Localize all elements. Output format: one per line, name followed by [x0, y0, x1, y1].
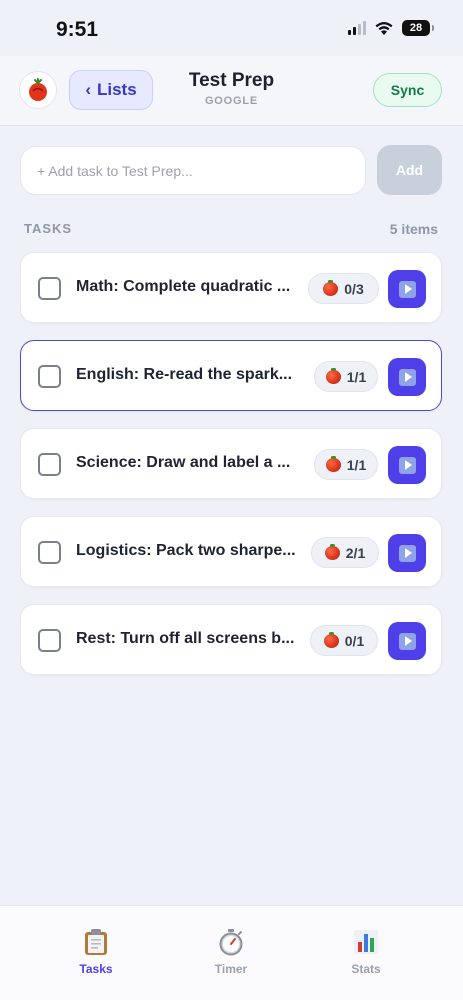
start-timer-button[interactable]: [388, 446, 426, 484]
play-icon: [398, 544, 416, 562]
play-icon: [398, 632, 416, 650]
task-title: English: Re-read the spark...: [76, 366, 293, 383]
tomato-icon: [325, 367, 341, 384]
start-timer-button[interactable]: [388, 534, 426, 572]
cellular-signal-icon: [348, 21, 366, 35]
pomodoro-count-badge: 0/3: [308, 273, 379, 304]
task-card-4[interactable]: Logistics: Pack two sharpe... 2/1: [20, 516, 442, 587]
add-task-button[interactable]: Add: [377, 145, 442, 195]
wifi-icon: [375, 21, 393, 35]
task-title: Science: Draw and label a ...: [76, 454, 291, 471]
start-timer-button[interactable]: [388, 270, 426, 308]
pomodoro-count: 0/1: [344, 632, 365, 649]
add-task-input[interactable]: + Add task to Test Prep...: [20, 146, 366, 195]
bar-chart-icon: [316, 926, 416, 958]
sync-button[interactable]: Sync: [373, 73, 442, 107]
status-icons: 28: [348, 20, 434, 36]
tab-label: Stats: [351, 962, 381, 976]
clipboard-icon: [46, 926, 146, 958]
pomodoro-count-badge: 0/1: [310, 625, 378, 656]
pomodoro-count-badge: 1/1: [314, 361, 378, 392]
task-checkbox[interactable]: [38, 629, 61, 652]
tab-timer[interactable]: Timer: [181, 926, 281, 976]
pomodoro-count-badge: 1/1: [314, 449, 378, 480]
pomodoro-count-badge: 2/1: [311, 537, 379, 568]
start-timer-button[interactable]: [388, 358, 426, 396]
tab-label: Tasks: [79, 962, 113, 976]
tomato-icon: [324, 543, 340, 560]
task-card-3[interactable]: Science: Draw and label a ... 1/1: [20, 428, 442, 499]
battery-icon: 28: [402, 20, 434, 36]
start-timer-button[interactable]: [388, 622, 426, 660]
task-title: Logistics: Pack two sharpe...: [76, 542, 296, 559]
task-title: Rest: Turn off all screens b...: [76, 630, 295, 647]
task-checkbox[interactable]: [38, 277, 61, 300]
stopwatch-icon: [181, 926, 281, 958]
status-bar: 9:51 28: [0, 0, 463, 56]
task-card-2[interactable]: English: Re-read the spark... 1/1: [20, 340, 442, 411]
tomato-icon: [323, 631, 339, 648]
tasks-count: 5 items: [389, 221, 438, 237]
task-card-5[interactable]: Rest: Turn off all screens b... 0/1: [20, 604, 442, 675]
tab-stats[interactable]: Stats: [316, 926, 416, 976]
play-icon: [398, 368, 416, 386]
tab-label: Timer: [214, 962, 248, 976]
task-checkbox[interactable]: [38, 541, 61, 564]
task-checkbox[interactable]: [38, 453, 61, 476]
bottom-tab-bar: Tasks Timer Stats: [0, 905, 463, 1000]
tab-tasks[interactable]: Tasks: [46, 926, 146, 976]
tomato-icon: [325, 455, 341, 472]
header: ‹ Lists Test Prep GOOGLE Sync: [0, 56, 463, 126]
tomato-icon: [323, 279, 339, 296]
pomodoro-count: 2/1: [345, 544, 366, 561]
task-card-1[interactable]: Math: Complete quadratic ... 0/3: [20, 252, 442, 323]
task-title: Math: Complete quadratic ...: [76, 278, 291, 295]
pomodoro-count: 1/1: [346, 368, 367, 385]
status-time: 9:51: [56, 18, 99, 41]
play-icon: [398, 280, 416, 298]
tasks-section-title: TASKS: [24, 221, 73, 236]
pomodoro-count: 0/3: [344, 280, 364, 297]
play-icon: [398, 456, 416, 474]
task-checkbox[interactable]: [38, 365, 61, 388]
pomodoro-count: 1/1: [346, 456, 367, 473]
